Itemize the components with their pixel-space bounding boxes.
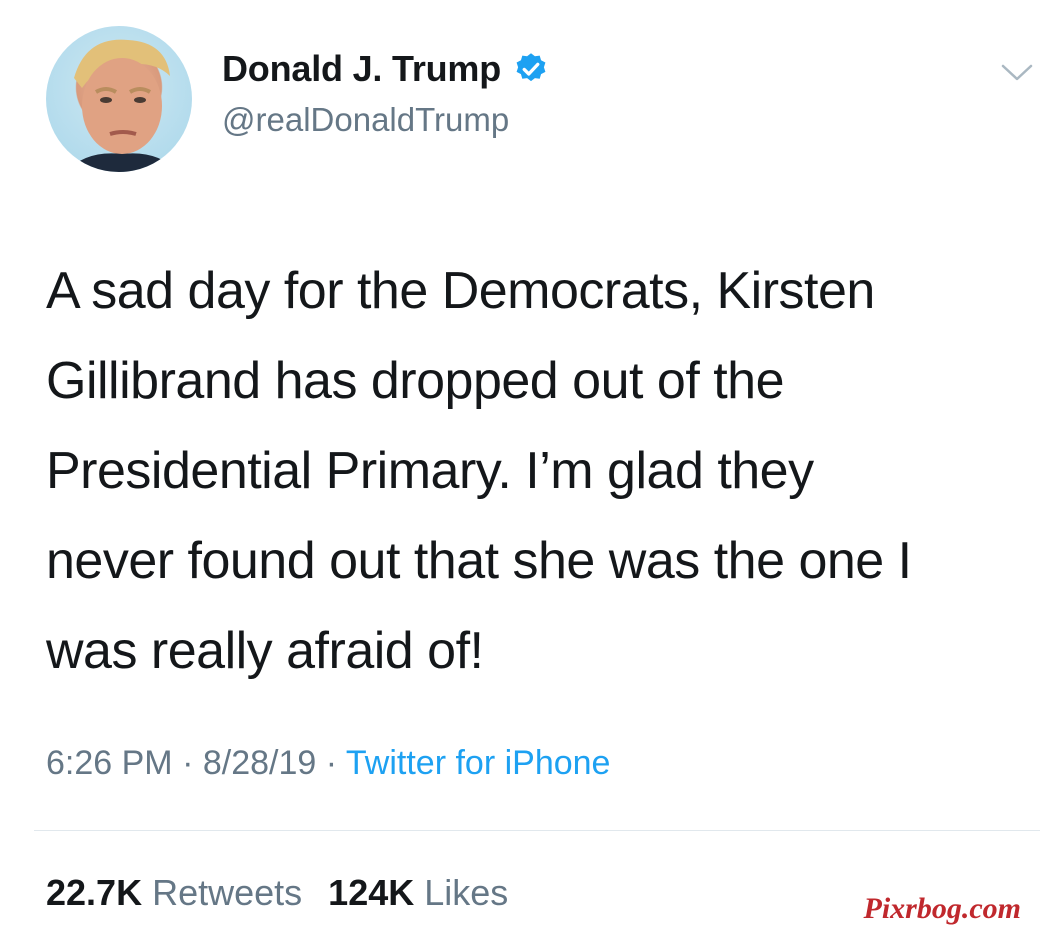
tweet-text-line: Gillibrand has dropped out of the (46, 352, 785, 410)
likes-count: 124K (328, 872, 415, 913)
tweet-meta: 6:26 PM · 8/28/19 · Twitter for iPhone (46, 744, 610, 783)
retweets-count: 22.7K (46, 872, 143, 913)
name-row: Donald J. Trump (222, 44, 549, 94)
tweet-text-line: was really afraid of! (46, 622, 484, 680)
tweet-text: A sad day for the Democrats, Kirsten Gil… (46, 246, 1016, 696)
tweet-text-line: never found out that she was the one I (46, 532, 912, 590)
verified-badge-icon (513, 51, 549, 87)
divider (34, 830, 1040, 831)
retweets-stat[interactable]: 22.7K Retweets (46, 872, 302, 913)
tweet-card: Donald J. Trump @realDonaldTrump A sad d… (0, 0, 1041, 941)
user-handle[interactable]: @realDonaldTrump (222, 101, 509, 139)
likes-stat[interactable]: 124K Likes (328, 872, 508, 913)
avatar-portrait (66, 39, 178, 172)
retweets-label: Retweets (152, 872, 303, 913)
meta-separator: · (172, 744, 203, 782)
likes-label: Likes (424, 872, 509, 913)
tweet-text-line: Presidential Primary. I’m glad they (46, 442, 814, 500)
display-name[interactable]: Donald J. Trump (222, 48, 501, 90)
meta-separator: · (316, 744, 346, 782)
tweet-source-link[interactable]: Twitter for iPhone (346, 744, 611, 782)
tweet-text-line: A sad day for the Democrats, Kirsten (46, 262, 875, 320)
avatar[interactable] (46, 26, 192, 172)
chevron-down-icon[interactable] (1000, 62, 1034, 84)
tweet-date[interactable]: 8/28/19 (203, 744, 316, 782)
tweet-time[interactable]: 6:26 PM (46, 744, 173, 782)
engagement-stats: 22.7K Retweets 124K Likes (46, 872, 508, 914)
watermark: Pixrbog.com (863, 892, 1022, 925)
